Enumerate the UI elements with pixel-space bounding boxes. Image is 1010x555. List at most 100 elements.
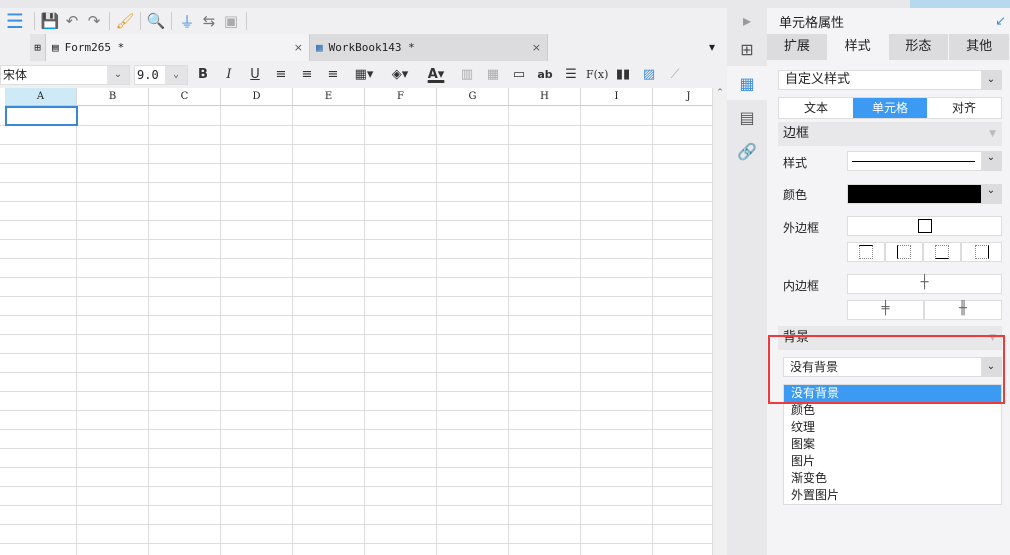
- bold-button[interactable]: B: [192, 67, 214, 82]
- option-external-image[interactable]: 外置图片: [784, 487, 1001, 504]
- option-gradient[interactable]: 渐变色: [784, 470, 1001, 487]
- align-left-icon[interactable]: ≡: [270, 67, 292, 82]
- inner-vertical-button[interactable]: ╫: [924, 300, 1002, 320]
- widget-icon[interactable]: ▤: [727, 100, 767, 134]
- tab-form[interactable]: 形态: [889, 34, 950, 60]
- font-color-icon[interactable]: A▾: [420, 67, 452, 82]
- tab-list-icon[interactable]: ▾: [697, 34, 727, 61]
- subtab-text[interactable]: 文本: [779, 98, 853, 118]
- font-select[interactable]: 宋体 ⌄: [0, 64, 130, 85]
- grid-line: [0, 467, 712, 468]
- preview-icon[interactable]: 🔍: [145, 11, 167, 31]
- selected-cell[interactable]: [5, 106, 78, 126]
- border-left-button[interactable]: [885, 242, 923, 262]
- undo-icon[interactable]: ↶: [61, 11, 83, 31]
- grid-line: [220, 106, 221, 555]
- border-style-select[interactable]: ⌄: [847, 151, 1002, 171]
- column-header-F[interactable]: F: [365, 88, 437, 106]
- grid-line: [0, 410, 712, 411]
- redo-icon[interactable]: ↷: [83, 11, 105, 31]
- textbox-icon[interactable]: ▭: [508, 67, 530, 82]
- slash-icon[interactable]: ⟋: [664, 67, 686, 82]
- subtab-align[interactable]: 对齐: [927, 98, 1001, 118]
- option-color[interactable]: 颜色: [784, 402, 1001, 419]
- search-replace-icon[interactable]: ▣: [220, 11, 242, 31]
- outer-border-all-button[interactable]: [847, 216, 1002, 236]
- column-header-C[interactable]: C: [149, 88, 221, 106]
- italic-button[interactable]: I: [218, 67, 240, 82]
- spreadsheet-grid[interactable]: ABCDEFGHIJ: [0, 88, 712, 555]
- app-menu-icon[interactable]: ☰: [0, 9, 30, 33]
- format-brush-icon[interactable]: 🖌: [114, 11, 136, 31]
- save-icon[interactable]: 💾: [39, 11, 61, 31]
- inner-border-all-button[interactable]: ┼: [847, 274, 1002, 294]
- link-icon[interactable]: 🔗: [727, 134, 767, 168]
- vertical-scrollbar[interactable]: ⌃: [712, 88, 727, 555]
- new-template-icon[interactable]: ⊞: [30, 34, 46, 61]
- option-pattern[interactable]: 图案: [784, 436, 1001, 453]
- border-top-button[interactable]: [847, 242, 885, 262]
- document-tabs: ⊞ ▤ Form265 * × ▦ WorkBook143 * × ▾: [30, 34, 727, 61]
- chart-icon[interactable]: ▮▮: [612, 67, 634, 82]
- merge-cells-icon[interactable]: ▥: [456, 67, 478, 82]
- align-center-icon[interactable]: ≡: [296, 67, 318, 82]
- swap-icon[interactable]: ⇆: [198, 11, 220, 31]
- column-header-G[interactable]: G: [437, 88, 509, 106]
- tab-other[interactable]: 其他: [949, 34, 1010, 60]
- chevron-down-icon: ⌄: [981, 185, 1001, 203]
- chevron-down-icon: ⌄: [107, 65, 129, 84]
- scroll-up-icon[interactable]: ⌃: [713, 88, 727, 98]
- text-cell-button[interactable]: ab: [534, 68, 556, 81]
- paragraph-icon[interactable]: ☰: [560, 67, 582, 82]
- collapse-arrow-icon[interactable]: ▸: [727, 8, 767, 32]
- plug-icon[interactable]: ⏚: [176, 11, 198, 31]
- formula-button[interactable]: F(x): [586, 68, 608, 81]
- grid-line: [0, 524, 712, 525]
- border-color-select[interactable]: ⌄: [847, 184, 1002, 204]
- option-image[interactable]: 图片: [784, 453, 1001, 470]
- column-header-E[interactable]: E: [293, 88, 365, 106]
- tab-label: WorkBook143 *: [328, 41, 415, 54]
- tab-expand[interactable]: 扩展: [767, 34, 828, 60]
- column-header-H[interactable]: H: [509, 88, 581, 106]
- grid-line: [0, 353, 712, 354]
- close-icon[interactable]: ×: [532, 41, 541, 54]
- tab-workbook143[interactable]: ▦ WorkBook143 * ×: [310, 34, 548, 61]
- option-texture[interactable]: 纹理: [784, 419, 1001, 436]
- close-icon[interactable]: ×: [294, 41, 303, 54]
- align-right-icon[interactable]: ≡: [322, 67, 344, 82]
- border-section-header[interactable]: 边框 ▼: [778, 122, 1002, 146]
- font-size-select[interactable]: 9.0 ⌄: [134, 64, 188, 85]
- grid-line: [652, 106, 653, 555]
- tab-style[interactable]: 样式: [827, 34, 889, 60]
- tab-form265[interactable]: ▤ Form265 * ×: [46, 34, 310, 61]
- border-top-icon: [859, 245, 873, 259]
- style-select[interactable]: 自定义样式 ⌄: [778, 70, 1002, 90]
- dock-arrow-icon[interactable]: ↙: [995, 14, 1006, 29]
- panel-title: 单元格属性: [779, 15, 845, 31]
- cell-properties-panel: 单元格属性 ↙ 扩展 样式 形态 其他 自定义样式 ⌄ 文本 单元格 对齐 边框 ▼ …: [767, 8, 1010, 555]
- border-icon[interactable]: ▦▾: [348, 67, 380, 82]
- image-icon[interactable]: ▨: [638, 67, 660, 82]
- column-header-D[interactable]: D: [221, 88, 293, 106]
- border-right-button[interactable]: [961, 242, 1002, 262]
- grid-line: [0, 239, 712, 240]
- subtab-cell[interactable]: 单元格: [853, 98, 927, 118]
- column-header-A[interactable]: A: [5, 88, 77, 106]
- grid-line: [0, 296, 712, 297]
- column-header-B[interactable]: B: [77, 88, 149, 106]
- underline-button[interactable]: U: [244, 67, 266, 82]
- column-header-I[interactable]: I: [581, 88, 653, 106]
- border-bottom-button[interactable]: [923, 242, 961, 262]
- template-icon[interactable]: ⊞: [727, 32, 767, 66]
- border-all-icon: [917, 219, 932, 233]
- split-cells-icon[interactable]: ▦: [482, 67, 504, 82]
- column-header-J[interactable]: J: [653, 88, 712, 106]
- chevron-down-icon: ⌄: [981, 152, 1001, 170]
- cell-attributes-icon[interactable]: ▦: [727, 66, 767, 100]
- chevron-down-icon: ⌄: [981, 71, 1001, 89]
- tab-label: Form265 *: [64, 41, 125, 54]
- fill-color-icon[interactable]: ◈▾: [384, 67, 416, 82]
- inner-horizontal-button[interactable]: ╪: [847, 300, 924, 320]
- grid-line: [580, 106, 581, 555]
